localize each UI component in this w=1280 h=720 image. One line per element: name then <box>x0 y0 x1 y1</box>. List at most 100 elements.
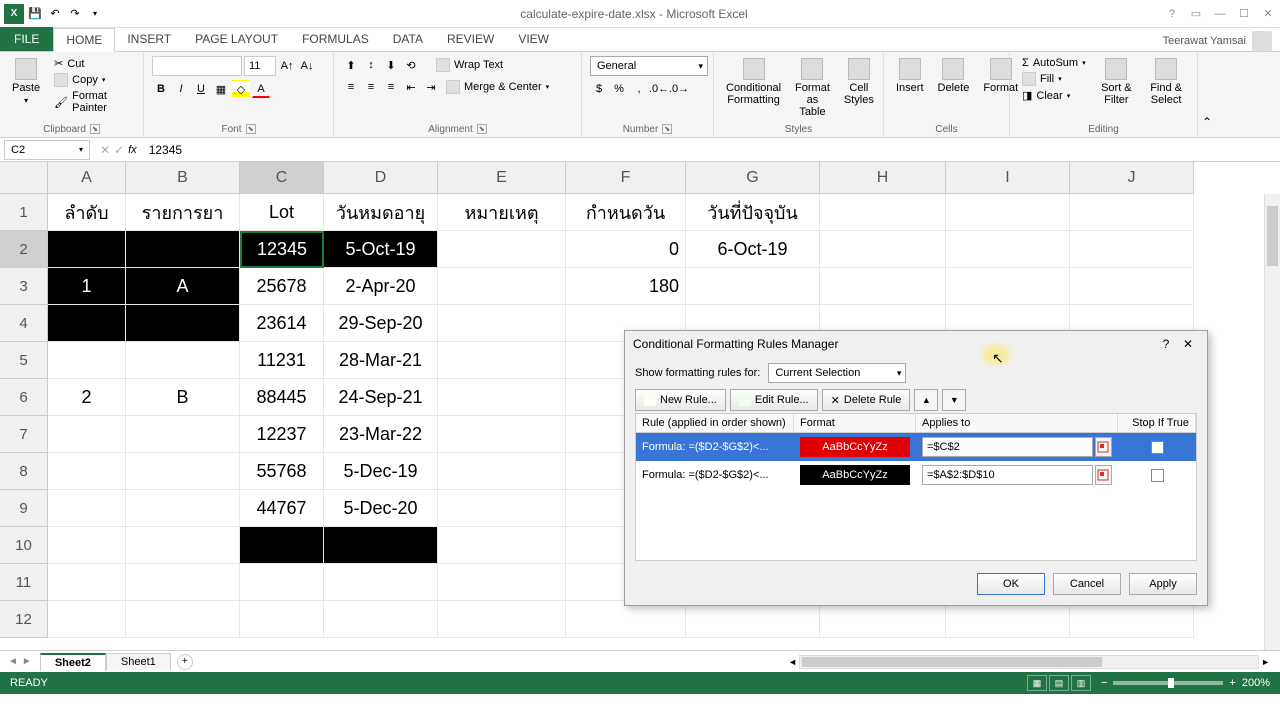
row-header-4[interactable]: 4 <box>0 305 48 342</box>
fx-icon[interactable]: fx <box>128 144 137 156</box>
cell-B10[interactable] <box>126 527 240 564</box>
wrap-text-button[interactable]: Wrap Text <box>432 57 507 73</box>
cell-D8[interactable]: 5-Dec-19 <box>324 453 438 490</box>
sort-filter-button[interactable]: Sort & Filter <box>1096 56 1138 108</box>
tab-review[interactable]: REVIEW <box>435 27 506 51</box>
row-header-5[interactable]: 5 <box>0 342 48 379</box>
inc-decimal-icon[interactable]: .0← <box>650 80 668 98</box>
cell-D5[interactable]: 28-Mar-21 <box>324 342 438 379</box>
scroll-thumb-v[interactable] <box>1267 206 1278 266</box>
col-header-G[interactable]: G <box>686 162 820 194</box>
underline-button[interactable]: U <box>192 80 210 98</box>
zoom-slider[interactable] <box>1113 681 1223 685</box>
format-painter-button[interactable]: 🖌Format Painter <box>50 89 135 115</box>
cell-G3[interactable] <box>686 268 820 305</box>
applies-input-2[interactable]: =$A$2:$D$10 <box>922 465 1093 485</box>
row-header-6[interactable]: 6 <box>0 379 48 416</box>
align-bottom-icon[interactable]: ⬇ <box>382 56 400 74</box>
cell-I1[interactable] <box>946 194 1070 231</box>
accept-formula-icon[interactable]: ✓ <box>114 143 124 157</box>
dec-decimal-icon[interactable]: .0→ <box>670 80 688 98</box>
cell-B5[interactable] <box>126 342 240 379</box>
cell-B6[interactable]: B <box>126 379 240 416</box>
tab-page-layout[interactable]: PAGE LAYOUT <box>183 27 290 51</box>
cell-C4[interactable]: 23614 <box>240 305 324 342</box>
apply-button[interactable]: Apply <box>1129 573 1197 595</box>
show-rules-select[interactable]: Current Selection <box>768 363 906 383</box>
find-select-button[interactable]: Find & Select <box>1143 56 1189 108</box>
sheet-prev-icon[interactable]: ◄ <box>8 656 18 667</box>
cell-A6[interactable]: 2 <box>48 379 126 416</box>
bold-button[interactable]: B <box>152 80 170 98</box>
ok-button[interactable]: OK <box>977 573 1045 595</box>
col-header-H[interactable]: H <box>820 162 946 194</box>
cell-C5[interactable]: 11231 <box>240 342 324 379</box>
cell-A1[interactable]: ลำดับ <box>48 194 126 231</box>
row-header-2[interactable]: 2 <box>0 231 48 268</box>
delete-rule-button[interactable]: ✕Delete Rule <box>822 389 911 411</box>
ribbon-options-icon[interactable]: ▭ <box>1188 6 1204 22</box>
tab-view[interactable]: VIEW <box>506 27 561 51</box>
cell-A10[interactable] <box>48 527 126 564</box>
cell-C10[interactable] <box>240 527 324 564</box>
cell-B9[interactable] <box>126 490 240 527</box>
col-header-E[interactable]: E <box>438 162 566 194</box>
cell-E8[interactable] <box>438 453 566 490</box>
cell-A7[interactable] <box>48 416 126 453</box>
currency-icon[interactable]: $ <box>590 80 608 98</box>
cell-C9[interactable]: 44767 <box>240 490 324 527</box>
cell-A5[interactable] <box>48 342 126 379</box>
cut-button[interactable]: ✂Cut <box>50 56 135 71</box>
align-top-icon[interactable]: ⬆ <box>342 56 360 74</box>
cell-D2[interactable]: 5-Oct-19 <box>324 231 438 268</box>
cell-C7[interactable]: 12237 <box>240 416 324 453</box>
indent-dec-icon[interactable]: ⇤ <box>402 78 420 96</box>
cell-H2[interactable] <box>820 231 946 268</box>
move-down-button[interactable]: ▼ <box>942 389 966 411</box>
cell-G12[interactable] <box>686 601 820 638</box>
align-right-icon[interactable]: ≡ <box>382 78 400 96</box>
maximize-icon[interactable]: ☐ <box>1236 6 1252 22</box>
scroll-thumb-h[interactable] <box>802 657 1102 667</box>
row-header-10[interactable]: 10 <box>0 527 48 564</box>
cell-C12[interactable] <box>240 601 324 638</box>
move-up-button[interactable]: ▲ <box>914 389 938 411</box>
zoom-level[interactable]: 200% <box>1242 677 1270 689</box>
cell-A11[interactable] <box>48 564 126 601</box>
insert-cells-button[interactable]: Insert <box>892 56 928 96</box>
collapse-ribbon-icon[interactable]: ⌃ <box>1202 115 1220 133</box>
fill-button[interactable]: Fill▾ <box>1018 71 1090 87</box>
cell-E4[interactable] <box>438 305 566 342</box>
copy-button[interactable]: Copy▾ <box>50 72 135 88</box>
cell-C8[interactable]: 55768 <box>240 453 324 490</box>
cell-F12[interactable] <box>566 601 686 638</box>
applies-input-1[interactable]: =$C$2 <box>922 437 1093 457</box>
cell-A12[interactable] <box>48 601 126 638</box>
cell-J12[interactable] <box>1070 601 1194 638</box>
italic-button[interactable]: I <box>172 80 190 98</box>
cell-D7[interactable]: 23-Mar-22 <box>324 416 438 453</box>
fill-color-button[interactable]: ◇ <box>232 80 250 98</box>
undo-icon[interactable]: ↶ <box>46 5 64 23</box>
cell-E5[interactable] <box>438 342 566 379</box>
save-icon[interactable]: 💾 <box>26 5 44 23</box>
sheet-next-icon[interactable]: ► <box>22 656 32 667</box>
tab-insert[interactable]: INSERT <box>115 27 183 51</box>
cell-H1[interactable] <box>820 194 946 231</box>
cell-A3[interactable]: 1 <box>48 268 126 305</box>
cell-J3[interactable] <box>1070 268 1194 305</box>
close-icon[interactable]: ✕ <box>1260 6 1276 22</box>
cell-D10[interactable] <box>324 527 438 564</box>
zoom-out-icon[interactable]: − <box>1101 677 1107 689</box>
cell-F2[interactable]: 0 <box>566 231 686 268</box>
sheet-tab-other[interactable]: Sheet1 <box>106 653 171 670</box>
cell-D6[interactable]: 24-Sep-21 <box>324 379 438 416</box>
cancel-button[interactable]: Cancel <box>1053 573 1121 595</box>
cell-I2[interactable] <box>946 231 1070 268</box>
name-box[interactable]: C2▾ <box>4 140 90 160</box>
sheet-tab-active[interactable]: Sheet2 <box>40 653 106 671</box>
paste-button[interactable]: Paste ▾ <box>8 56 44 107</box>
conditional-formatting-button[interactable]: Conditional Formatting <box>722 56 785 108</box>
autosum-button[interactable]: ΣAutoSum▾ <box>1018 56 1090 70</box>
number-format-select[interactable]: General <box>590 56 708 76</box>
